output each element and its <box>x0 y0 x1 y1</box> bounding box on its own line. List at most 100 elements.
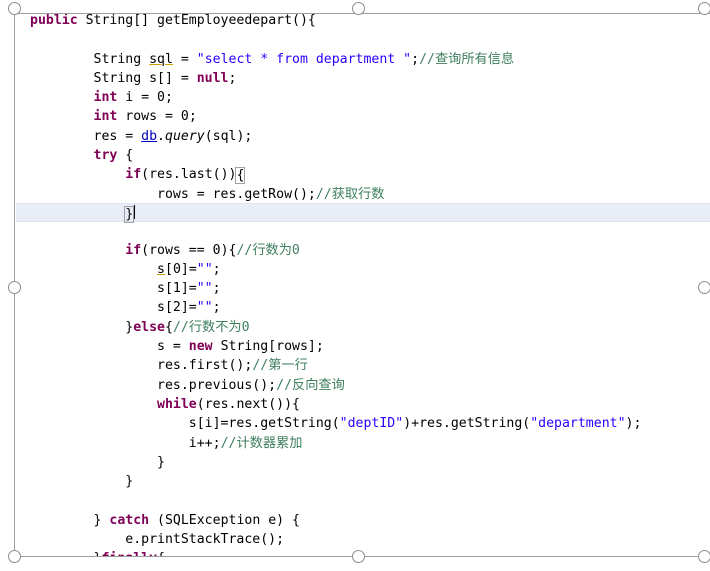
code-line[interactable]: s = new String[rows]; <box>16 337 710 356</box>
text-caret <box>134 204 136 219</box>
code-token-plain: e.printStackTrace(); <box>30 532 285 548</box>
code-token-cmt: //行数不为0 <box>172 319 250 335</box>
code-token-kw: if <box>125 242 142 258</box>
code-token-warn: s <box>157 261 165 277</box>
resize-handle-bottom-left[interactable] <box>8 550 21 563</box>
resize-handle-middle-right[interactable] <box>698 281 710 294</box>
code-token-plain: (sql); <box>204 128 253 144</box>
code-line[interactable] <box>16 491 710 510</box>
code-token-kw: catch <box>109 512 150 528</box>
code-token-plain: } <box>30 454 165 470</box>
code-token-plain: [0]= <box>165 261 197 277</box>
code-token-str: "deptID" <box>339 416 404 432</box>
code-token-plain: (res.next()){ <box>196 396 300 412</box>
code-token-fld: db <box>141 128 158 144</box>
code-token-plain: String s[] = <box>30 70 197 86</box>
code-token-plain: rows = 0; <box>117 109 197 125</box>
code-line[interactable]: e.printStackTrace(); <box>16 530 710 549</box>
code-token-plain: s[1]= <box>30 281 197 297</box>
code-line[interactable]: } catch (SQLException e) { <box>16 511 710 530</box>
code-line[interactable]: res.previous();//反向查询 <box>16 376 710 395</box>
code-line[interactable]: String s[] = null; <box>16 69 710 88</box>
code-line[interactable]: while(res.next()){ <box>16 395 710 414</box>
code-line[interactable]: rows = res.getRow();//获取行数 <box>16 185 710 204</box>
code-token-kw: int <box>93 109 118 125</box>
resize-handle-top-center[interactable] <box>352 2 365 15</box>
code-line[interactable]: s[1]=""; <box>16 279 710 298</box>
code-token-plain: String[] getEmployeedepart(){ <box>77 14 316 28</box>
resize-handle-bottom-right[interactable] <box>698 550 710 563</box>
code-token-plain: ; <box>228 70 237 86</box>
code-token-plain: s = <box>30 339 189 355</box>
code-token-plain: ; <box>411 51 420 67</box>
code-token-plain: = <box>172 51 197 67</box>
code-line[interactable]: s[2]=""; <box>16 298 710 317</box>
code-token-cmt: //第一行 <box>252 358 308 374</box>
code-token-str: "" <box>196 261 213 277</box>
code-token-plain: s[2]= <box>30 300 197 316</box>
code-token-str: "select * from department " <box>196 51 412 67</box>
code-token-plain: ; <box>212 281 221 297</box>
resize-handle-bottom-center[interactable] <box>352 550 365 563</box>
code-line[interactable]: res = db.query(sql); <box>16 127 710 146</box>
code-line[interactable]: int i = 0; <box>16 88 710 107</box>
code-token-plain: (rows == 0){ <box>141 242 237 258</box>
code-token-str: "" <box>196 300 213 316</box>
code-token-kw: else <box>133 319 165 335</box>
code-token-plain: i = 0; <box>117 90 173 106</box>
code-token-kw: int <box>93 90 118 106</box>
selected-image-object[interactable]: public String[] getEmployeedepart(){ Str… <box>0 0 710 571</box>
code-token-plain: res.first(); <box>30 358 253 374</box>
code-token-kw: try <box>93 148 118 164</box>
code-token-cmt: //查询所有信息 <box>419 51 515 67</box>
code-line[interactable]: if(rows == 0){//行数为0 <box>16 241 710 260</box>
code-line[interactable]: try { <box>16 146 710 165</box>
code-token-plain: rows = res.getRow(); <box>30 186 316 202</box>
code-line[interactable]: if(res.last()){ <box>16 165 710 185</box>
code-token-plain: res.previous(); <box>30 377 277 393</box>
code-token-kw: if <box>125 167 142 183</box>
code-line[interactable]: } <box>16 453 710 472</box>
code-token-plain: { <box>117 148 134 164</box>
code-editor-pane[interactable]: public String[] getEmployeedepart(){ Str… <box>16 14 710 556</box>
code-line[interactable]: int rows = 0; <box>16 107 710 126</box>
code-token-plain: (SQLException e) { <box>149 512 300 528</box>
code-token-cmt: //行数为0 <box>236 242 300 258</box>
code-token-plain: ); <box>625 416 642 432</box>
code-line[interactable]: }else{//行数不为0 <box>16 318 710 337</box>
code-token-plain: String <box>30 51 150 67</box>
code-line[interactable]: } <box>16 202 710 223</box>
code-line[interactable]: res.first();//第一行 <box>16 356 710 375</box>
resize-handle-top-left[interactable] <box>8 2 21 15</box>
code-line[interactable]: s[i]=res.getString("deptID")+res.getStri… <box>16 414 710 433</box>
resize-handle-top-right[interactable] <box>698 2 710 15</box>
code-token-plain: res = <box>30 128 142 144</box>
code-token-warn: sql <box>149 51 173 67</box>
code-token-kw: public <box>30 14 78 28</box>
resize-handle-middle-left[interactable] <box>8 281 21 294</box>
code-token-kw: while <box>157 396 197 412</box>
code-token-plain: { <box>164 319 173 335</box>
code-line[interactable] <box>16 221 710 240</box>
code-token-kw: finally <box>101 551 157 556</box>
code-token-plain: } <box>30 474 134 490</box>
code-line[interactable]: public String[] getEmployeedepart(){ <box>16 14 710 30</box>
code-token-plain: ; <box>212 300 221 316</box>
code-text-area[interactable]: public String[] getEmployeedepart(){ Str… <box>16 14 710 556</box>
code-line[interactable]: } <box>16 472 710 491</box>
code-line[interactable]: s[0]=""; <box>16 260 710 279</box>
code-token-plain: } <box>30 512 110 528</box>
code-token-cmt: //反向查询 <box>276 377 345 393</box>
code-token-cmt: //获取行数 <box>315 186 385 202</box>
code-token-plain: } <box>30 551 102 556</box>
code-line[interactable]: String sql = "select * from department "… <box>16 50 710 69</box>
code-token-kw: new <box>188 339 213 355</box>
code-line[interactable]: i++;//计数器累加 <box>16 434 710 453</box>
code-line[interactable] <box>16 30 710 49</box>
